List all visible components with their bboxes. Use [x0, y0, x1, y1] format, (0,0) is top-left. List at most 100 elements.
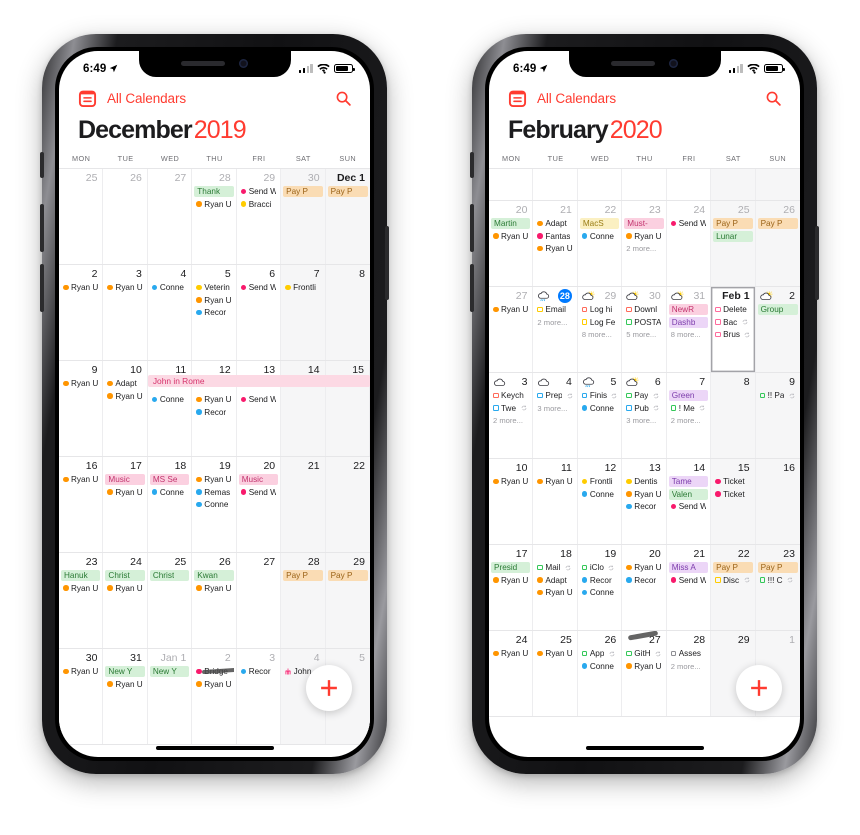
reminder-checkbox[interactable]	[715, 331, 721, 338]
day-cell[interactable]: 6 Send W	[237, 265, 282, 360]
month-title[interactable]: February2020	[489, 114, 800, 150]
reminder-checkbox[interactable]	[626, 405, 632, 411]
day-cell[interactable]: 21 Miss A Send W	[667, 545, 712, 630]
day-cell[interactable]: Jan 1 New Y	[148, 649, 193, 744]
multi-day-event-banner[interactable]: John in Rome	[147, 375, 370, 387]
more-events-label[interactable]: 8 more...	[669, 329, 708, 340]
calendar-event[interactable]: !! Pa	[758, 390, 798, 401]
day-cell[interactable]: 19 Ryan U Remas Conne	[192, 457, 237, 552]
add-event-button[interactable]	[736, 665, 782, 711]
calendar-event[interactable]: Pay P	[327, 186, 368, 197]
calendar-event[interactable]: Ryan U	[624, 661, 663, 672]
calendar-event[interactable]: Tame	[668, 476, 709, 487]
day-cell[interactable]: 17 Music Ryan U	[103, 457, 148, 552]
day-cell[interactable]: 28 Email 2 more...	[533, 287, 578, 372]
calendar-event[interactable]: Conne	[150, 282, 189, 293]
calendar-event[interactable]: Thank	[194, 186, 234, 197]
plus-icon[interactable]	[318, 677, 340, 699]
calendar-event[interactable]: Send W	[239, 394, 278, 405]
calendar-event[interactable]: Hanuk	[61, 570, 101, 581]
calendar-event[interactable]: Recor	[624, 575, 663, 586]
calendar-event[interactable]: Ryan U	[535, 648, 574, 659]
calendar-event[interactable]: Keych	[491, 390, 530, 401]
calendar-event[interactable]: Disc	[713, 575, 752, 586]
day-cell[interactable]: 31 New Y Ryan U	[103, 649, 148, 744]
reminder-checkbox[interactable]	[626, 392, 632, 399]
power-button[interactable]	[385, 226, 389, 300]
more-events-label[interactable]: 8 more...	[580, 329, 619, 340]
day-cell[interactable]: 3 Keych Twe 2 more...	[489, 373, 534, 458]
calendar-event[interactable]: Ryan U	[194, 394, 233, 405]
day-cell[interactable]: 18 Mail Adapt Ryan U	[533, 545, 578, 630]
volume-down-button[interactable]	[40, 264, 44, 312]
calendar-event[interactable]: Log Fe	[580, 317, 619, 328]
day-cell[interactable]: 10 Adapt Ryan U	[103, 361, 148, 456]
calendar-event[interactable]: ! Me	[669, 403, 708, 414]
all-calendars-button[interactable]: All Calendars	[537, 91, 755, 106]
reminder-checkbox[interactable]	[626, 319, 632, 325]
calendar-event[interactable]: Ticket	[713, 489, 752, 500]
calendar-event[interactable]: MacS	[579, 218, 620, 229]
calendar-event[interactable]: Recor	[624, 501, 663, 512]
day-cell[interactable]: 24 Ryan U	[489, 631, 534, 716]
day-cell[interactable]: 2 Bridge Ryan U	[192, 649, 237, 744]
calendar-event[interactable]: Ticket	[713, 476, 752, 487]
search-icon[interactable]	[765, 90, 782, 107]
calendar-event[interactable]: Martin	[491, 218, 531, 229]
calendar-event[interactable]: Pub	[624, 403, 663, 414]
calendar-event[interactable]: Green	[668, 390, 709, 401]
day-cell[interactable]: 20 Ryan U Recor	[622, 545, 667, 630]
day-cell[interactable]: 8	[711, 373, 756, 458]
reminder-checkbox[interactable]	[715, 319, 721, 325]
day-cell[interactable]: 19 iClo Recor Conne	[578, 545, 623, 630]
day-cell[interactable]: 22	[325, 457, 370, 552]
calendar-event[interactable]: Fantas	[535, 231, 574, 242]
calendar-event[interactable]: Ryan U	[491, 648, 530, 659]
volume-up-button[interactable]	[40, 204, 44, 252]
day-cell[interactable]: 6 Pay Pub 3 more...	[622, 373, 667, 458]
home-indicator[interactable]	[155, 745, 274, 750]
day-cell[interactable]: 2 Ryan U	[59, 265, 104, 360]
calendar-event[interactable]: Miss A	[668, 562, 709, 573]
day-cell[interactable]: 29 Log hi Log Fe 8 more...	[578, 287, 623, 372]
calendar-event[interactable]: Dashb	[668, 316, 709, 328]
calendar-event[interactable]: Ryan U	[105, 679, 144, 690]
day-cell[interactable]: 25 Ryan U	[533, 631, 578, 716]
more-events-label[interactable]: 3 more...	[624, 415, 663, 426]
calendar-event[interactable]: Conne	[580, 489, 619, 500]
day-cell[interactable]: 3 Ryan U	[103, 265, 148, 360]
day-cell[interactable]: 24 Christ Ryan U	[103, 553, 148, 648]
reminder-checkbox[interactable]	[493, 405, 499, 411]
calendar-event[interactable]: Twe	[491, 403, 530, 414]
more-events-label[interactable]: 2 more...	[669, 661, 708, 672]
all-calendars-button[interactable]: All Calendars	[107, 91, 325, 106]
calendar-event[interactable]: Must-	[624, 218, 664, 229]
calendar-event[interactable]: !!! C	[758, 575, 798, 586]
calendar-event[interactable]: Adapt	[535, 575, 574, 586]
reminder-checkbox[interactable]	[670, 650, 677, 657]
day-cell[interactable]: 20 Music Send W	[237, 457, 282, 552]
reminder-checkbox[interactable]	[715, 577, 721, 583]
reminder-checkbox[interactable]	[581, 392, 588, 399]
calendar-event[interactable]: Recor	[580, 575, 619, 586]
calendar-event[interactable]: Send W	[669, 218, 708, 229]
calendar-event[interactable]: Bac	[713, 317, 752, 328]
day-cell[interactable]: 23 Hanuk Ryan U	[59, 553, 104, 648]
more-events-label[interactable]: 3 more...	[535, 403, 574, 414]
day-cell[interactable]	[667, 169, 712, 200]
calendar-event[interactable]: Ryan U	[624, 231, 663, 242]
reminder-checkbox[interactable]	[759, 392, 766, 399]
calendar-event[interactable]: Ryan U	[194, 679, 233, 690]
calendar-event[interactable]: Mail	[535, 562, 574, 573]
day-cell[interactable]: 22 MacS Conne	[578, 201, 623, 286]
day-cell[interactable]	[711, 169, 756, 200]
more-events-label[interactable]: 2 more...	[624, 243, 663, 254]
day-cell[interactable]: 16 Ryan U	[59, 457, 104, 552]
calendar-event[interactable]: Veterin	[194, 282, 233, 293]
search-icon[interactable]	[335, 90, 352, 107]
day-cell[interactable]: 30 Ryan U	[59, 649, 104, 744]
calendar-event[interactable]: POSTA	[624, 317, 663, 328]
silent-switch[interactable]	[40, 152, 44, 178]
calendar-event[interactable]: Music	[238, 474, 279, 485]
calendar-event[interactable]: Music	[105, 474, 145, 485]
